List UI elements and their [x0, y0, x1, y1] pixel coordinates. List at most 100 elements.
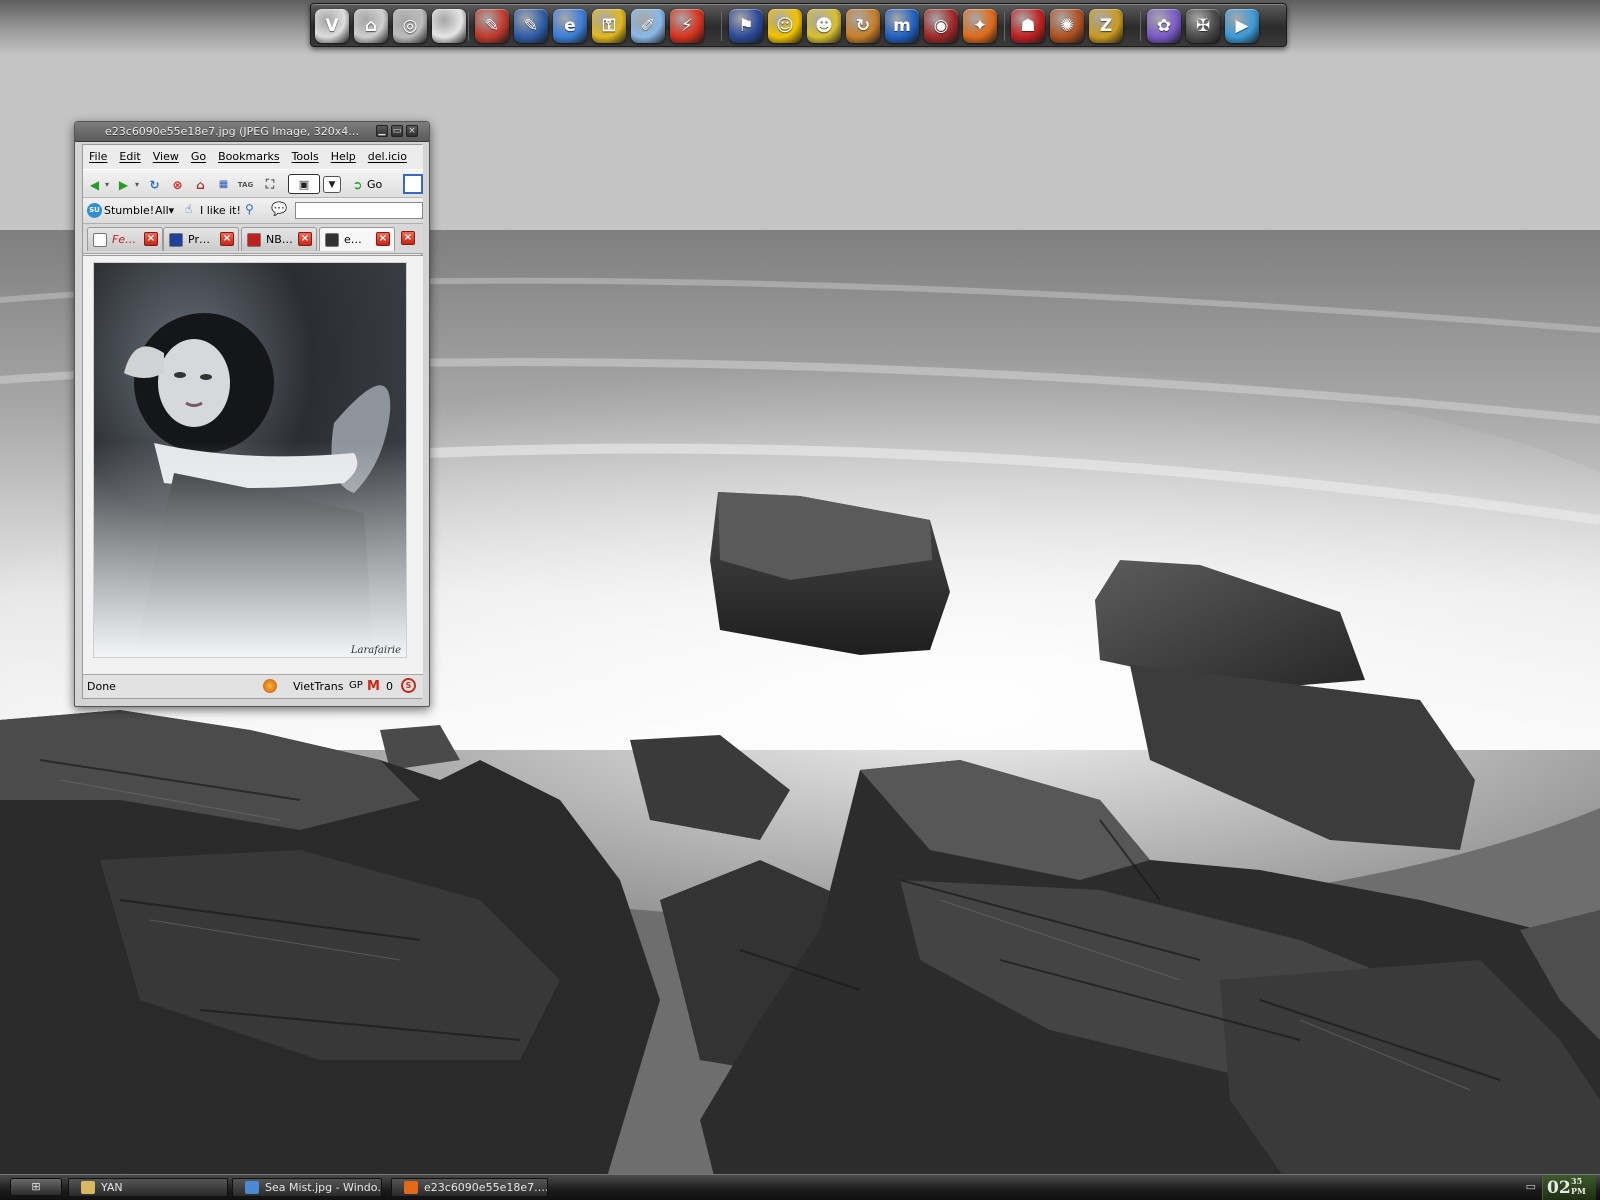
firefox-window: e23c6090e55e18e7.jpg (JPEG Image, 320x4……	[74, 121, 430, 707]
apple-icon[interactable]	[432, 9, 466, 43]
tool-red-icon[interactable]: ✎	[475, 9, 509, 43]
foobar-icon[interactable]: ✠	[1186, 9, 1220, 43]
tab-close-icon[interactable]: ×	[220, 232, 234, 246]
dock-separator	[1140, 11, 1141, 41]
close-button[interactable]: ×	[406, 125, 418, 137]
close-tab-button[interactable]: ×	[401, 231, 415, 245]
refresh-orb-icon[interactable]: ↻	[846, 9, 880, 43]
paint-icon[interactable]: ✿	[1147, 9, 1181, 43]
tool-blue-icon[interactable]: ✎	[514, 9, 548, 43]
taskbar-app-icon	[404, 1181, 418, 1194]
back-dropdown-icon[interactable]: ▾	[103, 176, 111, 193]
thumbs-down-icon[interactable]: ⚲	[245, 202, 254, 216]
notepad-icon[interactable]: ✐	[631, 9, 665, 43]
stumbleupon-icon: SU	[87, 203, 102, 218]
home-icon[interactable]: ⌂	[354, 9, 388, 43]
disc-icon[interactable]: ◎	[393, 9, 427, 43]
menu-help[interactable]: Help	[325, 150, 362, 163]
search-box[interactable]	[403, 174, 423, 194]
stop-icon[interactable]: ⊗	[169, 176, 186, 193]
bookmarks-sidebar-icon[interactable]: ▦	[215, 176, 232, 193]
stumble-search-input[interactable]	[295, 202, 423, 219]
browser-tab[interactable]: Pr… ×	[163, 227, 239, 251]
vlc-icon[interactable]: V	[315, 9, 349, 43]
tag-icon[interactable]: TAG	[237, 176, 254, 193]
firefox-status-icon[interactable]	[263, 679, 277, 693]
go-button[interactable]: Go	[367, 178, 382, 191]
menu-edit[interactable]: Edit	[113, 150, 146, 163]
media-player-icon[interactable]: ▶	[1225, 9, 1259, 43]
back-arrow-icon[interactable]: ◀	[86, 176, 103, 193]
go-arrow-icon[interactable]: ➲	[349, 176, 366, 193]
dock-separator	[1004, 11, 1005, 41]
ninja-icon[interactable]: ☗	[1011, 9, 1045, 43]
stumble-category-dropdown[interactable]: All▾	[155, 204, 174, 217]
menu-delicio[interactable]: del.icio	[362, 150, 413, 163]
start-button[interactable]: ⊞	[10, 1178, 62, 1196]
menu-view[interactable]: View	[147, 150, 185, 163]
read-icon[interactable]: ⛶	[259, 176, 281, 193]
smiley-icon[interactable]: ☺	[768, 9, 802, 43]
keys-icon[interactable]: ⚿	[592, 9, 626, 43]
status-text: Done	[87, 680, 116, 693]
zune-icon[interactable]: Z	[1089, 9, 1123, 43]
msn-icon[interactable]: ⚑	[729, 9, 763, 43]
browser-tab[interactable]: Fe… ×	[87, 227, 163, 251]
messenger-icon[interactable]: ☻	[807, 9, 841, 43]
thumbs-up-icon: ☝	[185, 202, 193, 216]
navigation-toolbar: ◀ ▾ ▶ ▾ ↻ ⊗ ⌂ ▦ TAG ⛶ ▣ ▼ ➲ Go	[83, 169, 423, 198]
globe-icon[interactable]: ◉	[924, 9, 958, 43]
clock-ampm: PM	[1571, 1186, 1586, 1196]
menu-go[interactable]: Go	[185, 150, 212, 163]
angel-woman-photo	[94, 263, 406, 657]
maxthon-icon[interactable]: m	[885, 9, 919, 43]
gmail-icon[interactable]: M	[367, 679, 380, 694]
minimize-button[interactable]: ▁	[376, 125, 388, 137]
tab-label: NB…	[266, 233, 293, 246]
firefox-icon[interactable]: ✦	[963, 9, 997, 43]
dock-separator	[468, 11, 469, 41]
taskbar-app-icon	[81, 1181, 95, 1194]
application-dock: V ⌂ ◎ ✎ ✎ e ⚿ ✐ ⚡ ⚑ ☺ ☻ ↻ m ◉ ✦ ☗ ✺ Z ✿ ✠ ▶	[310, 3, 1287, 47]
burst-icon[interactable]: ✺	[1050, 9, 1084, 43]
menu-tools[interactable]: Tools	[286, 150, 325, 163]
forward-arrow-icon[interactable]: ▶	[115, 176, 132, 193]
tab-bar: Fe… × Pr… × NB… × e… × ×	[83, 224, 423, 254]
browser-tab[interactable]: NB… ×	[241, 227, 317, 251]
flashget-icon[interactable]: ⚡	[670, 9, 704, 43]
home-icon[interactable]: ⌂	[192, 176, 209, 193]
forward-dropdown-icon[interactable]: ▾	[133, 176, 141, 193]
page-content: Larafairie	[83, 255, 423, 675]
maximize-button[interactable]: ▭	[391, 125, 403, 137]
gp-label[interactable]: GP	[349, 680, 363, 691]
internet-explorer-icon[interactable]: e	[553, 9, 587, 43]
clock[interactable]: 02 35 PM	[1542, 1175, 1596, 1200]
window-titlebar[interactable]: e23c6090e55e18e7.jpg (JPEG Image, 320x4……	[75, 122, 429, 142]
gmail-count: 0	[386, 680, 393, 693]
menu-file[interactable]: File	[83, 150, 113, 163]
site-favicon-icon[interactable]: ▣	[288, 174, 320, 194]
location-dropdown-icon[interactable]: ▼	[323, 176, 341, 193]
menu-bookmarks[interactable]: Bookmarks	[212, 150, 285, 163]
reload-icon[interactable]: ↻	[146, 176, 163, 193]
tab-label: Pr…	[188, 233, 210, 246]
tab-close-icon[interactable]: ×	[144, 232, 158, 246]
comment-icon[interactable]: 💬	[271, 202, 287, 217]
tab-close-icon[interactable]: ×	[376, 232, 390, 246]
stumbleupon-toolbar: SU Stumble! All▾ ☝ I like it! ⚲ 💬	[83, 198, 423, 224]
taskbar-button[interactable]: e23c6090e55e18e7.…	[391, 1178, 548, 1197]
viettrans-label[interactable]: VietTrans	[293, 680, 344, 693]
i-like-it-button[interactable]: I like it!	[200, 204, 241, 217]
taskbar-button-label: e23c6090e55e18e7.…	[424, 1181, 548, 1194]
status-bar: Done VietTrans GP M 0 S	[83, 674, 423, 698]
stumble-button[interactable]: Stumble!	[104, 204, 154, 217]
taskbar-button[interactable]: Sea Mist.jpg - Windo…	[232, 1178, 382, 1197]
taskbar: ⊞ YAN Sea Mist.jpg - Windo… e23c6090e55e18…	[0, 1174, 1600, 1200]
jpeg-image[interactable]: Larafairie	[93, 262, 407, 658]
dock-separator	[721, 11, 722, 41]
tray-network-icon[interactable]: ▭	[1526, 1180, 1536, 1193]
taskbar-button[interactable]: YAN	[68, 1178, 228, 1197]
browser-tab[interactable]: e… ×	[319, 227, 395, 251]
adblock-icon[interactable]: S	[401, 678, 416, 693]
tab-close-icon[interactable]: ×	[298, 232, 312, 246]
